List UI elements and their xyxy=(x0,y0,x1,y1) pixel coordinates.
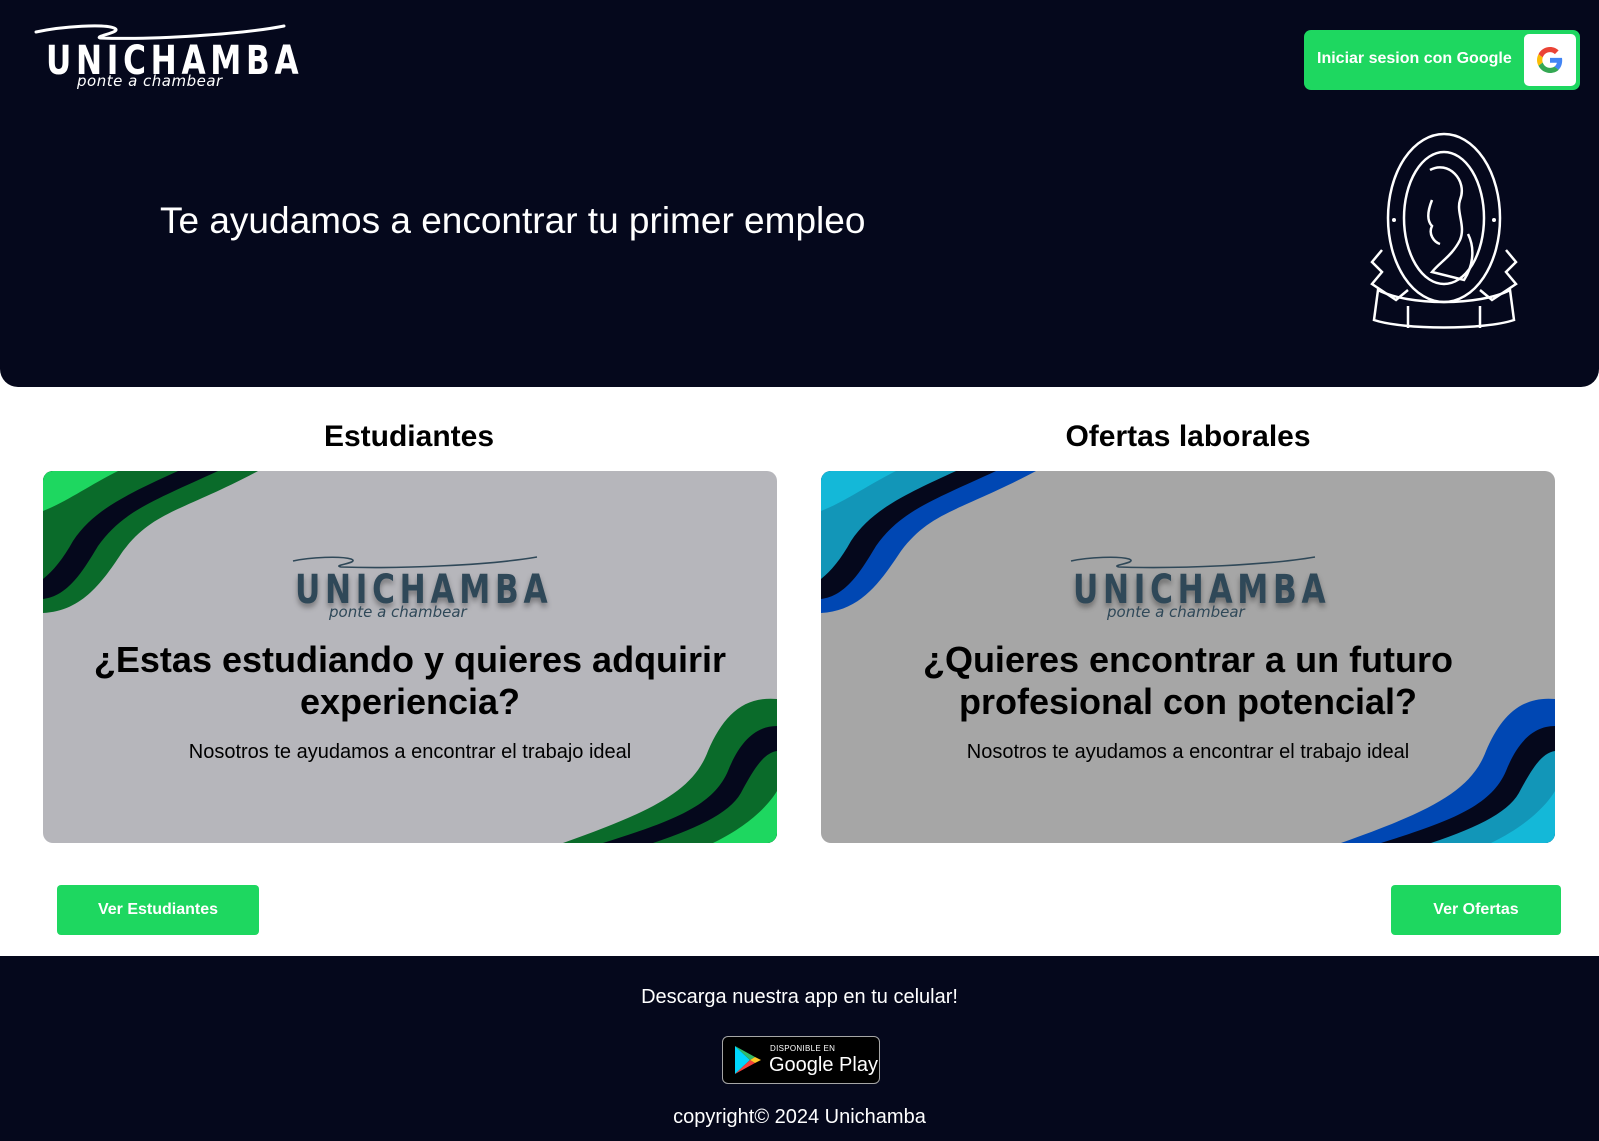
logo-tagline: ponte a chambear xyxy=(77,72,223,90)
google-icon-box xyxy=(1524,34,1576,86)
offers-card-logo: UNICHAMBA ponte a chambear xyxy=(1069,553,1326,623)
google-login-label: Iniciar sesion con Google xyxy=(1317,50,1512,67)
students-card-headline: ¿Estas estudiando y quieres adquirir exp… xyxy=(93,639,727,722)
view-students-button[interactable]: Ver Estudiantes xyxy=(57,885,259,935)
google-play-icon xyxy=(735,1046,761,1074)
card-logo-tagline: ponte a chambear xyxy=(1107,603,1245,621)
badge-small-text: DISPONIBLE EN xyxy=(770,1044,836,1053)
footer: Descarga nuestra app en tu celular! DISP… xyxy=(0,956,1599,1141)
offers-card-headline: ¿Quieres encontrar a un futuro profesion… xyxy=(922,639,1454,722)
university-seal-icon xyxy=(1370,132,1518,329)
students-card-logo: UNICHAMBA ponte a chambear xyxy=(291,553,548,623)
google-g-icon xyxy=(1537,47,1563,73)
students-card-subtitle: Nosotros te ayudamos a encontrar el trab… xyxy=(188,741,632,763)
badge-big-text: Google Play xyxy=(769,1054,878,1076)
google-login-button[interactable]: Iniciar sesion con Google xyxy=(1304,30,1580,90)
offers-card-subtitle: Nosotros te ayudamos a encontrar el trab… xyxy=(966,741,1410,763)
hero-title: Te ayudamos a encontrar tu primer empleo xyxy=(160,200,866,241)
students-section-title: Estudiantes xyxy=(323,420,495,453)
copyright-text: copyright© 2024 Unichamba xyxy=(673,1106,926,1128)
google-play-badge[interactable]: DISPONIBLE EN Google Play xyxy=(722,1036,880,1084)
students-card[interactable]: UNICHAMBA ponte a chambear ¿Estas estudi… xyxy=(43,471,777,843)
hero-banner: UNICHAMBA ponte a chambear Iniciar sesio… xyxy=(0,0,1599,387)
view-offers-button[interactable]: Ver Ofertas xyxy=(1391,885,1561,935)
offers-card[interactable]: UNICHAMBA ponte a chambear ¿Quieres enco… xyxy=(821,471,1555,843)
offers-section-title: Ofertas laborales xyxy=(1065,420,1311,453)
unichamba-logo[interactable]: UNICHAMBA ponte a chambear xyxy=(34,22,299,94)
download-app-text: Descarga nuestra app en tu celular! xyxy=(641,986,958,1008)
card-logo-tagline: ponte a chambear xyxy=(329,603,467,621)
